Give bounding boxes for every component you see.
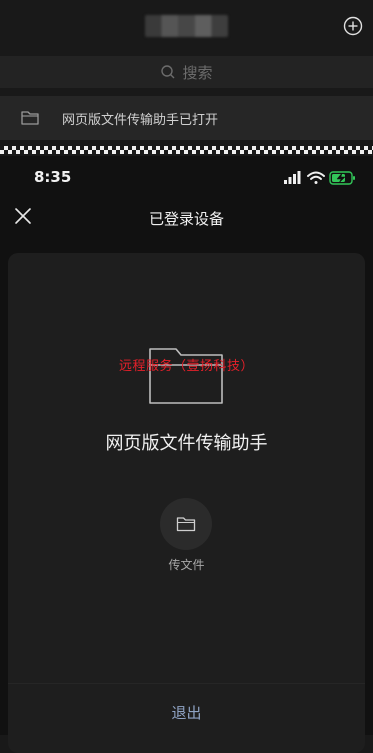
- folder-icon: [149, 348, 223, 404]
- folder-icon: [21, 111, 39, 125]
- background-header: [0, 0, 373, 52]
- search-placeholder: 搜索: [182, 63, 213, 82]
- search-bar[interactable]: 搜索: [0, 56, 373, 88]
- transfer-file-button[interactable]: [160, 498, 212, 550]
- logged-in-devices-sheet: 8:35 已登录设备 远程服务（壹扬科技） 网页版文件传输助手 传文件 退出: [0, 156, 373, 753]
- device-name: 网页版文件传输助手: [105, 433, 268, 454]
- signal-icon: [284, 171, 301, 184]
- status-bar: 8:35: [0, 156, 373, 200]
- file-transfer-opened-row[interactable]: 网页版文件传输助手已打开: [0, 96, 373, 140]
- status-time: 8:35: [34, 168, 72, 186]
- watermark-text: 远程服务（壹扬科技）: [118, 359, 254, 374]
- transfer-file-label: 传文件: [168, 558, 205, 572]
- device-card: 远程服务（壹扬科技） 网页版文件传输助手 传文件 退出: [8, 253, 365, 753]
- folder-icon: [176, 517, 196, 532]
- page-title: 已登录设备: [148, 210, 224, 228]
- screenshot-separator: [0, 146, 373, 154]
- wifi-icon: [307, 171, 325, 184]
- nav-bar: 已登录设备: [0, 200, 373, 236]
- battery-charging-icon: [329, 171, 355, 185]
- file-row-label: 网页版文件传输助手已打开: [62, 112, 219, 128]
- divider: [8, 683, 365, 684]
- status-icons: [284, 171, 355, 185]
- search-icon: [161, 65, 175, 79]
- logout-button[interactable]: 退出: [8, 702, 365, 723]
- blurred-chat-title: [145, 15, 228, 37]
- plus-circle-icon[interactable]: [343, 16, 363, 36]
